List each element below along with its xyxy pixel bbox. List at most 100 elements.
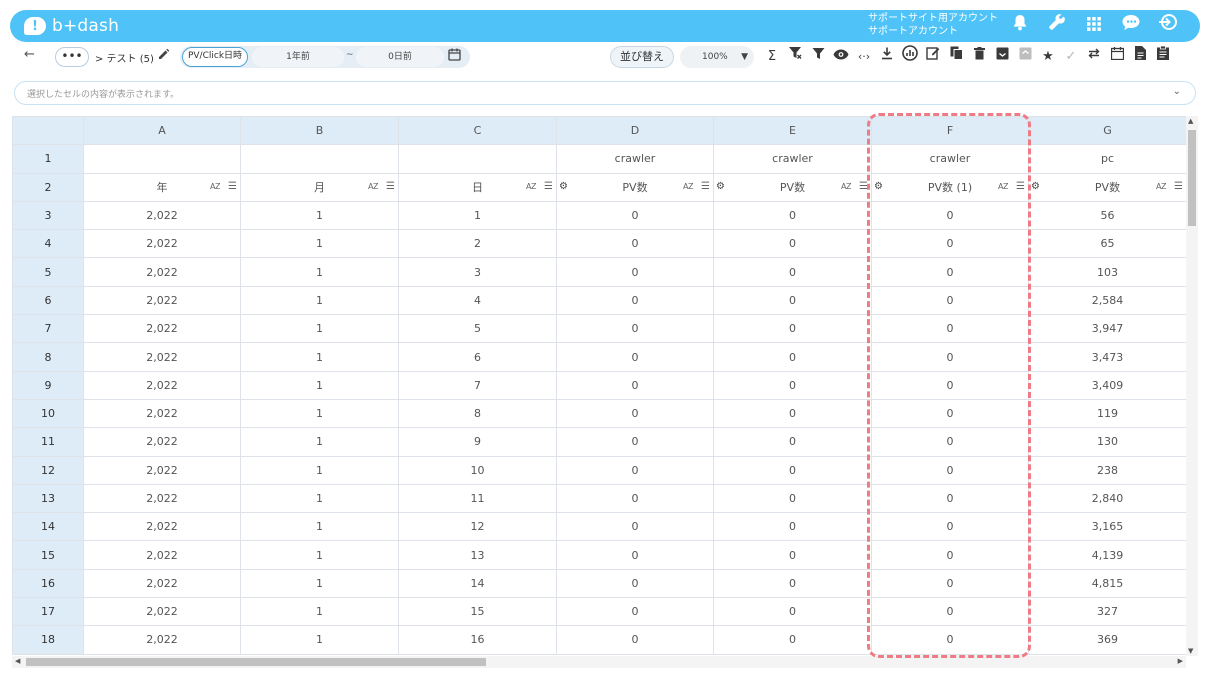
data-cell[interactable]: 2,022 [83, 540, 241, 570]
data-cell[interactable]: 1 [240, 512, 399, 542]
data-cell[interactable]: 2,022 [83, 229, 241, 259]
column-header-c[interactable]: C [398, 116, 557, 146]
data-cell[interactable]: 1 [398, 200, 557, 231]
data-cell[interactable]: 7 [398, 370, 557, 400]
corner-cell[interactable] [12, 116, 84, 146]
group-cell[interactable]: crawler [871, 144, 1029, 174]
label-cell[interactable]: ⚙ PV数 AZ ☰ [1028, 172, 1187, 202]
document-icon[interactable] [1130, 46, 1150, 68]
calendar-icon[interactable] [1107, 46, 1127, 68]
data-cell[interactable]: 12 [398, 512, 557, 542]
vertical-scrollbar[interactable]: ▲ ▼ [1186, 116, 1198, 656]
data-cell[interactable]: 13 [398, 540, 557, 570]
horizontal-scrollbar[interactable]: ◀ ▶ [12, 656, 1186, 668]
wrench-icon[interactable] [1047, 10, 1067, 42]
bell-icon[interactable] [1010, 10, 1030, 42]
data-cell[interactable]: 0 [713, 257, 872, 287]
column-header-g[interactable]: G [1028, 116, 1187, 146]
edit-note-icon[interactable] [923, 46, 943, 68]
column-filter-icon[interactable]: ☰ [1174, 181, 1183, 192]
data-cell[interactable]: 0 [713, 370, 872, 400]
horizontal-scroll-thumb[interactable] [26, 658, 486, 666]
data-cell[interactable]: 0 [556, 257, 714, 287]
data-cell[interactable]: 238 [1028, 455, 1187, 485]
data-cell[interactable]: 0 [713, 625, 872, 655]
sort-az-icon[interactable]: AZ [998, 182, 1008, 191]
sum-icon[interactable]: Σ [762, 46, 782, 68]
data-cell[interactable]: 0 [871, 398, 1029, 429]
data-cell[interactable]: 0 [556, 540, 714, 570]
data-cell[interactable]: 0 [556, 314, 714, 344]
data-cell[interactable]: 6 [398, 342, 557, 372]
data-cell[interactable]: 5 [398, 314, 557, 344]
sort-button[interactable]: 並び替え [610, 46, 674, 68]
data-cell[interactable]: 0 [713, 483, 872, 514]
gear-icon[interactable]: ⚙ [874, 181, 883, 192]
data-cell[interactable]: 0 [556, 200, 714, 231]
eye-icon[interactable] [831, 46, 851, 68]
data-cell[interactable]: 0 [871, 597, 1029, 627]
data-cell[interactable]: 2,022 [83, 483, 241, 514]
column-filter-icon[interactable]: ☰ [544, 181, 553, 192]
data-cell[interactable]: 2,022 [83, 398, 241, 429]
calendar-picker-icon[interactable] [448, 48, 461, 64]
data-cell[interactable]: 0 [871, 540, 1029, 570]
gear-icon[interactable]: ⚙ [716, 181, 725, 192]
data-cell[interactable]: 1 [240, 257, 399, 287]
data-cell[interactable]: 119 [1028, 398, 1187, 429]
row-number[interactable]: 13 [12, 483, 84, 514]
data-cell[interactable]: 0 [713, 597, 872, 627]
data-cell[interactable]: 1 [240, 483, 399, 514]
data-cell[interactable]: 0 [871, 512, 1029, 542]
pencil-icon[interactable] [158, 48, 170, 63]
data-cell[interactable]: 1 [240, 229, 399, 259]
row-number[interactable]: 3 [12, 200, 84, 231]
data-cell[interactable]: 0 [556, 342, 714, 372]
sort-az-icon[interactable]: AZ [1156, 182, 1166, 191]
row-number[interactable]: 10 [12, 398, 84, 429]
data-cell[interactable]: 11 [398, 483, 557, 514]
gear-icon[interactable]: ⚙ [559, 181, 568, 192]
data-cell[interactable]: 0 [871, 455, 1029, 485]
sort-az-icon[interactable]: AZ [841, 182, 851, 191]
row-number[interactable]: 2 [12, 172, 84, 202]
data-cell[interactable]: 0 [871, 285, 1029, 316]
sort-az-icon[interactable]: AZ [210, 182, 220, 191]
scroll-right-icon[interactable]: ▶ [1178, 657, 1183, 665]
data-cell[interactable]: 10 [398, 455, 557, 485]
data-cell[interactable]: 3,409 [1028, 370, 1187, 400]
data-cell[interactable]: 1 [240, 427, 399, 457]
group-cell[interactable]: pc [1028, 144, 1187, 174]
group-cell[interactable] [83, 144, 241, 174]
star-icon[interactable]: ★ [1038, 46, 1058, 68]
data-cell[interactable]: 3 [398, 257, 557, 287]
filter-icon[interactable] [808, 46, 828, 68]
data-cell[interactable]: 2 [398, 229, 557, 259]
code-icon[interactable]: ‹·› [854, 46, 874, 68]
data-cell[interactable]: 4,139 [1028, 540, 1187, 570]
data-cell[interactable]: 0 [556, 229, 714, 259]
data-cell[interactable]: 0 [871, 314, 1029, 344]
row-number[interactable]: 16 [12, 568, 84, 599]
label-cell[interactable]: 年 AZ ☰ [83, 172, 241, 202]
label-cell[interactable]: ⚙ PV数 AZ ☰ [713, 172, 872, 202]
repeat-icon[interactable] [1084, 46, 1104, 68]
vertical-scroll-thumb[interactable] [1188, 130, 1196, 226]
label-cell[interactable]: ⚙ PV数 (1) AZ ☰ [871, 172, 1029, 202]
row-number[interactable]: 1 [12, 144, 84, 174]
data-cell[interactable]: 0 [871, 257, 1029, 287]
scroll-down-icon[interactable]: ▼ [1188, 647, 1193, 655]
data-cell[interactable]: 0 [556, 370, 714, 400]
data-cell[interactable]: 2,022 [83, 314, 241, 344]
chart-icon[interactable] [900, 45, 920, 69]
data-cell[interactable]: 1 [240, 568, 399, 599]
trash-icon[interactable] [969, 46, 989, 68]
column-header-d[interactable]: D [556, 116, 714, 146]
row-number[interactable]: 15 [12, 540, 84, 570]
data-cell[interactable]: 2,022 [83, 370, 241, 400]
data-cell[interactable]: 0 [713, 568, 872, 599]
label-cell[interactable]: 月 AZ ☰ [240, 172, 399, 202]
data-cell[interactable]: 1 [240, 625, 399, 655]
group-cell[interactable]: crawler [556, 144, 714, 174]
data-cell[interactable]: 1 [240, 342, 399, 372]
